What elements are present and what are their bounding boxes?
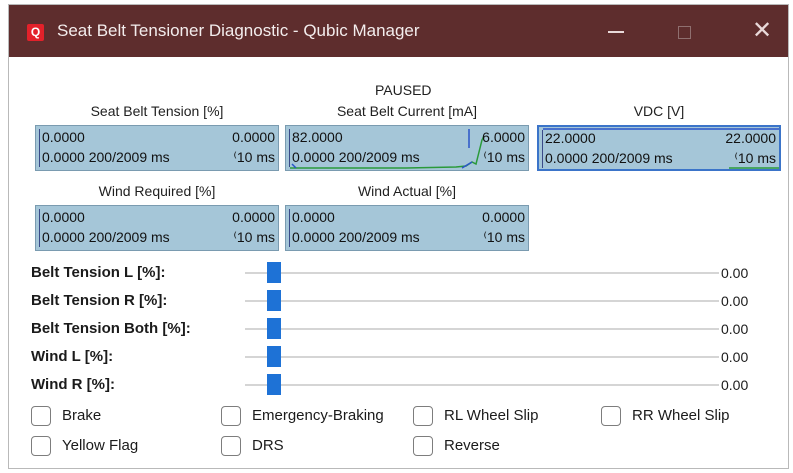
checkbox-label: DRS (252, 437, 284, 454)
graph-min-range: 0.0000 200/2009 ms (292, 149, 420, 165)
graph-axis (39, 129, 40, 167)
checkbox-reverse[interactable]: Reverse (413, 436, 583, 458)
window-title: Seat Belt Tensioner Diagnostic - Qubic M… (57, 21, 420, 40)
graph-interval: ⁽10 ms (233, 229, 275, 245)
checkbox-label: Reverse (444, 437, 500, 454)
checkbox-box[interactable] (221, 406, 241, 426)
slider-value: 0.00 (721, 349, 749, 365)
slider-value: 0.00 (721, 377, 749, 393)
minimize-button[interactable] (587, 5, 645, 57)
slider-track[interactable] (245, 300, 719, 302)
checkbox-emergency-braking[interactable]: Emergency-Braking (221, 406, 411, 428)
graph-max-value: 0.0000 (292, 209, 335, 225)
checkbox-rr-wheel-slip[interactable]: RR Wheel Slip (601, 406, 771, 428)
slider-value: 0.00 (721, 265, 749, 281)
graph-max-value: 0.0000 (42, 209, 85, 225)
graph-label-wind-actual: Wind Actual [%] (357, 183, 457, 199)
slider-label: Belt Tension Both [%]: (31, 320, 191, 337)
graph-interval: ⁽10 ms (734, 150, 776, 166)
checkbox-box[interactable] (413, 436, 433, 456)
graph-current-value: 0.0000 (232, 209, 275, 225)
graph-axis (289, 209, 290, 247)
app-logo-icon: Q (27, 24, 44, 41)
slider-value: 0.00 (721, 293, 749, 309)
graph-max-value: 22.0000 (545, 130, 596, 146)
slider-thumb[interactable] (267, 318, 281, 339)
graph-axis (39, 209, 40, 247)
slider-wind-r: Wind R [%]: 0.00 (31, 374, 771, 396)
slider-thumb[interactable] (267, 346, 281, 367)
slider-belt-tension-r: Belt Tension R [%]: 0.00 (31, 290, 771, 312)
checkbox-yellow-flag[interactable]: Yellow Flag (31, 436, 201, 458)
slider-label: Wind L [%]: (31, 348, 114, 365)
graph-min-range: 0.0000 200/2009 ms (545, 150, 673, 166)
graph-min-range: 0.0000 200/2009 ms (42, 229, 170, 245)
checkbox-box[interactable] (413, 406, 433, 426)
slider-wind-l: Wind L [%]: 0.00 (31, 346, 771, 368)
slider-thumb[interactable] (267, 262, 281, 283)
checkbox-box[interactable] (221, 436, 241, 456)
graph-current-value: 6.0000 (482, 129, 525, 145)
slider-thumb[interactable] (267, 374, 281, 395)
checkbox-box[interactable] (31, 406, 51, 426)
close-icon: ✕ (751, 17, 773, 44)
maximize-icon (677, 25, 691, 39)
checkbox-label: Emergency-Braking (252, 407, 384, 424)
graph-interval: ⁽10 ms (483, 149, 525, 165)
maximize-button[interactable] (655, 5, 713, 57)
checkbox-box[interactable] (31, 436, 51, 456)
graph-label-seat-belt-current: Seat Belt Current [mA] (336, 103, 478, 119)
app-window: Q Seat Belt Tensioner Diagnostic - Qubic… (8, 4, 789, 469)
graph-label-seat-belt-tension: Seat Belt Tension [%] (90, 103, 224, 119)
slider-track[interactable] (245, 272, 719, 274)
minimize-icon (608, 31, 624, 34)
slider-label: Belt Tension L [%]: (31, 264, 166, 281)
checkbox-rl-wheel-slip[interactable]: RL Wheel Slip (413, 406, 583, 428)
graph-current-value: 22.0000 (725, 130, 776, 146)
checkbox-label: RR Wheel Slip (632, 407, 730, 424)
graph-wind-actual[interactable]: 0.0000 0.0000 0.0000 200/2009 ms ⁽10 ms (285, 205, 529, 251)
graph-label-wind-required: Wind Required [%] (98, 183, 216, 199)
checkbox-drs[interactable]: DRS (221, 436, 391, 458)
graph-vdc[interactable]: 22.0000 22.0000 0.0000 200/2009 ms ⁽10 m… (537, 125, 781, 171)
checkbox-label: Yellow Flag (62, 437, 139, 454)
slider-belt-tension-both: Belt Tension Both [%]: 0.00 (31, 318, 771, 340)
checkbox-label: Brake (62, 407, 102, 424)
slider-thumb[interactable] (267, 290, 281, 311)
checkbox-label: RL Wheel Slip (444, 407, 539, 424)
slider-label: Wind R [%]: (31, 376, 116, 393)
graph-seat-belt-tension[interactable]: 0.0000 0.0000 0.0000 200/2009 ms ⁽10 ms (35, 125, 279, 171)
graph-max-value: 0.0000 (42, 129, 85, 145)
graph-current-value: 0.0000 (232, 129, 275, 145)
graph-interval: ⁽10 ms (233, 149, 275, 165)
slider-track[interactable] (245, 328, 719, 330)
slider-value: 0.00 (721, 321, 749, 337)
graph-label-vdc: VDC [V] (633, 103, 685, 119)
close-button[interactable]: ✕ (733, 5, 788, 57)
graph-min-range: 0.0000 200/2009 ms (42, 149, 170, 165)
slider-track[interactable] (245, 384, 719, 386)
graph-current-value: 0.0000 (482, 209, 525, 225)
checkbox-box[interactable] (601, 406, 621, 426)
title-bar[interactable]: Q Seat Belt Tensioner Diagnostic - Qubic… (9, 5, 788, 57)
status-label: PAUSED (375, 82, 432, 98)
graph-wind-required[interactable]: 0.0000 0.0000 0.0000 200/2009 ms ⁽10 ms (35, 205, 279, 251)
graph-min-range: 0.0000 200/2009 ms (292, 229, 420, 245)
checkbox-brake[interactable]: Brake (31, 406, 201, 428)
graph-interval: ⁽10 ms (483, 229, 525, 245)
slider-label: Belt Tension R [%]: (31, 292, 168, 309)
graph-seat-belt-current[interactable]: 82.0000 6.0000 0.0000 200/2009 ms ⁽10 ms (285, 125, 529, 171)
slider-belt-tension-l: Belt Tension L [%]: 0.00 (31, 262, 771, 284)
graph-max-value: 82.0000 (292, 129, 343, 145)
slider-track[interactable] (245, 356, 719, 358)
